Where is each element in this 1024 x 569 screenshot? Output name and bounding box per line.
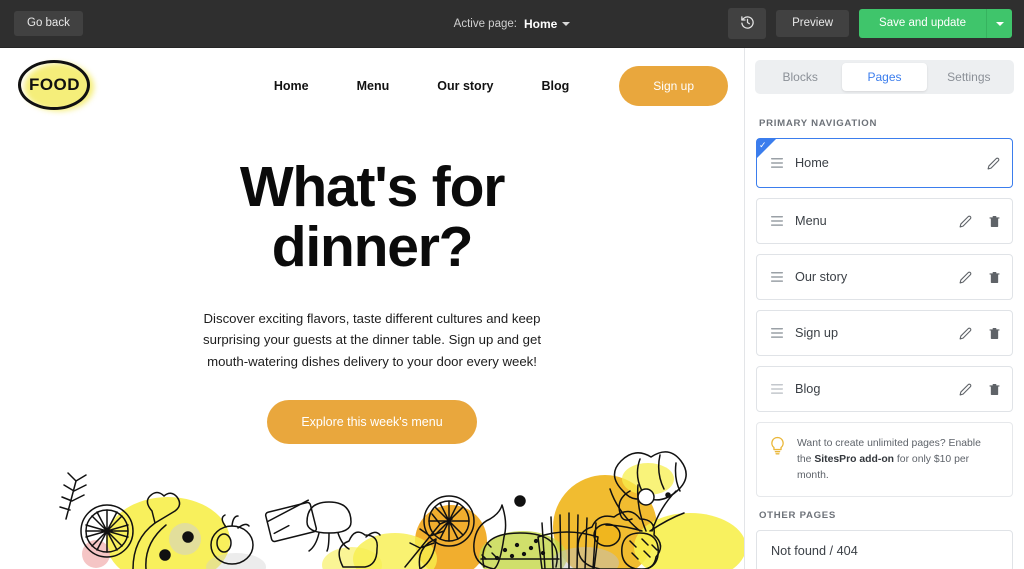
page-item-label: Sign up xyxy=(795,326,839,340)
editor-side-panel: Blocks Pages Settings PRIMARY NAVIGATION… xyxy=(744,48,1024,569)
editor-topbar: Go back Active page: Home Preview Save a… xyxy=(0,0,1024,48)
topbar-actions: Preview Save and update xyxy=(728,8,1012,39)
page-list-item-sign-up[interactable]: Sign up xyxy=(756,310,1013,356)
page-item-actions xyxy=(959,383,1000,396)
sitespro-upsell-banner: Want to create unlimited pages? Enable t… xyxy=(756,422,1013,498)
panel-tabs: Blocks Pages Settings xyxy=(755,60,1014,94)
go-back-button[interactable]: Go back xyxy=(14,10,83,37)
hero-title-line-2: dinner? xyxy=(271,215,474,280)
panel-tabs-container: Blocks Pages Settings xyxy=(745,48,1024,105)
site-logo[interactable]: FOOD xyxy=(18,59,94,112)
check-icon: ✓ xyxy=(759,140,767,150)
hero-title: What's for dinner? xyxy=(0,157,744,278)
save-and-update-button[interactable]: Save and update xyxy=(859,8,986,39)
page-list-item-blog[interactable]: Blog xyxy=(756,366,1013,412)
nav-link-home[interactable]: Home xyxy=(250,79,333,93)
page-list-item-our-story[interactable]: Our story xyxy=(756,254,1013,300)
drag-handle-icon[interactable] xyxy=(771,328,783,338)
editor-body: FOOD Home Menu Our story Blog Sign up Wh… xyxy=(0,48,1024,569)
page-item-actions xyxy=(959,271,1000,284)
delete-page-button[interactable] xyxy=(989,271,1000,284)
page-item-label: Blog xyxy=(795,382,821,396)
delete-page-button[interactable] xyxy=(989,383,1000,396)
chevron-down-icon[interactable] xyxy=(562,21,571,26)
page-list-item-home[interactable]: ✓ Home xyxy=(756,138,1013,188)
logo-text: FOOD xyxy=(28,75,81,94)
panel-content[interactable]: PRIMARY NAVIGATION ✓ Home Menu Our story… xyxy=(745,105,1024,569)
save-button-group: Save and update xyxy=(859,8,1012,39)
delete-page-button[interactable] xyxy=(989,215,1000,228)
other-page-item-404[interactable]: Not found / 404 xyxy=(756,530,1013,569)
tab-blocks[interactable]: Blocks xyxy=(758,63,842,91)
hero-title-line-1: What's for xyxy=(239,155,506,219)
page-item-actions xyxy=(959,327,1000,340)
page-item-label: Menu xyxy=(795,214,827,228)
edit-page-button[interactable] xyxy=(959,327,972,340)
tab-settings[interactable]: Settings xyxy=(927,63,1011,91)
edit-page-button[interactable] xyxy=(959,271,972,284)
hero-section: What's for dinner? Discover exciting fla… xyxy=(0,123,744,445)
page-item-actions xyxy=(959,215,1000,228)
edit-page-button[interactable] xyxy=(987,157,1000,170)
upsell-addon-name: SitesPro add-on xyxy=(814,453,895,465)
sign-up-button[interactable]: Sign up xyxy=(619,65,728,106)
other-pages-heading: OTHER PAGES xyxy=(759,510,837,522)
drag-handle-icon[interactable] xyxy=(771,384,783,394)
save-options-button[interactable] xyxy=(986,8,1012,39)
page-list-item-menu[interactable]: Menu xyxy=(756,198,1013,244)
hero-subtitle: Discover exciting flavors, taste differe… xyxy=(203,310,541,369)
drag-handle-icon[interactable] xyxy=(771,158,783,168)
page-item-actions xyxy=(987,157,1000,170)
history-revert-icon xyxy=(740,15,755,33)
site-builder-app: Go back Active page: Home Preview Save a… xyxy=(0,0,1024,569)
nav-link-menu[interactable]: Menu xyxy=(333,79,414,93)
tab-pages[interactable]: Pages xyxy=(842,63,927,91)
page-item-label: Our story xyxy=(795,270,848,284)
site-preview-canvas[interactable]: FOOD Home Menu Our story Blog Sign up Wh… xyxy=(0,48,744,569)
site-header: FOOD Home Menu Our story Blog Sign up xyxy=(0,48,744,123)
site-navigation: Home Menu Our story Blog Sign up xyxy=(250,65,728,106)
primary-navigation-heading: PRIMARY NAVIGATION xyxy=(759,118,878,129)
explore-menu-button[interactable]: Explore this week's menu xyxy=(267,399,477,445)
active-page-label: Active page: xyxy=(453,17,517,30)
other-page-label: Not found / 404 xyxy=(771,544,858,559)
chevron-down-icon xyxy=(995,21,1004,26)
edit-page-button[interactable] xyxy=(959,383,972,396)
lightbulb-icon xyxy=(769,436,786,461)
page-item-label: Home xyxy=(795,156,829,170)
drag-handle-icon[interactable] xyxy=(771,216,783,226)
history-revert-button[interactable] xyxy=(728,8,767,39)
drag-handle-icon[interactable] xyxy=(771,272,783,282)
delete-page-button[interactable] xyxy=(989,327,1000,340)
active-page-value[interactable]: Home xyxy=(524,17,557,31)
edit-page-button[interactable] xyxy=(959,215,972,228)
nav-link-blog[interactable]: Blog xyxy=(518,79,594,93)
nav-link-our-story[interactable]: Our story xyxy=(413,79,517,93)
upsell-text: Want to create unlimited pages? Enable t… xyxy=(797,436,998,483)
preview-button[interactable]: Preview xyxy=(776,9,850,38)
